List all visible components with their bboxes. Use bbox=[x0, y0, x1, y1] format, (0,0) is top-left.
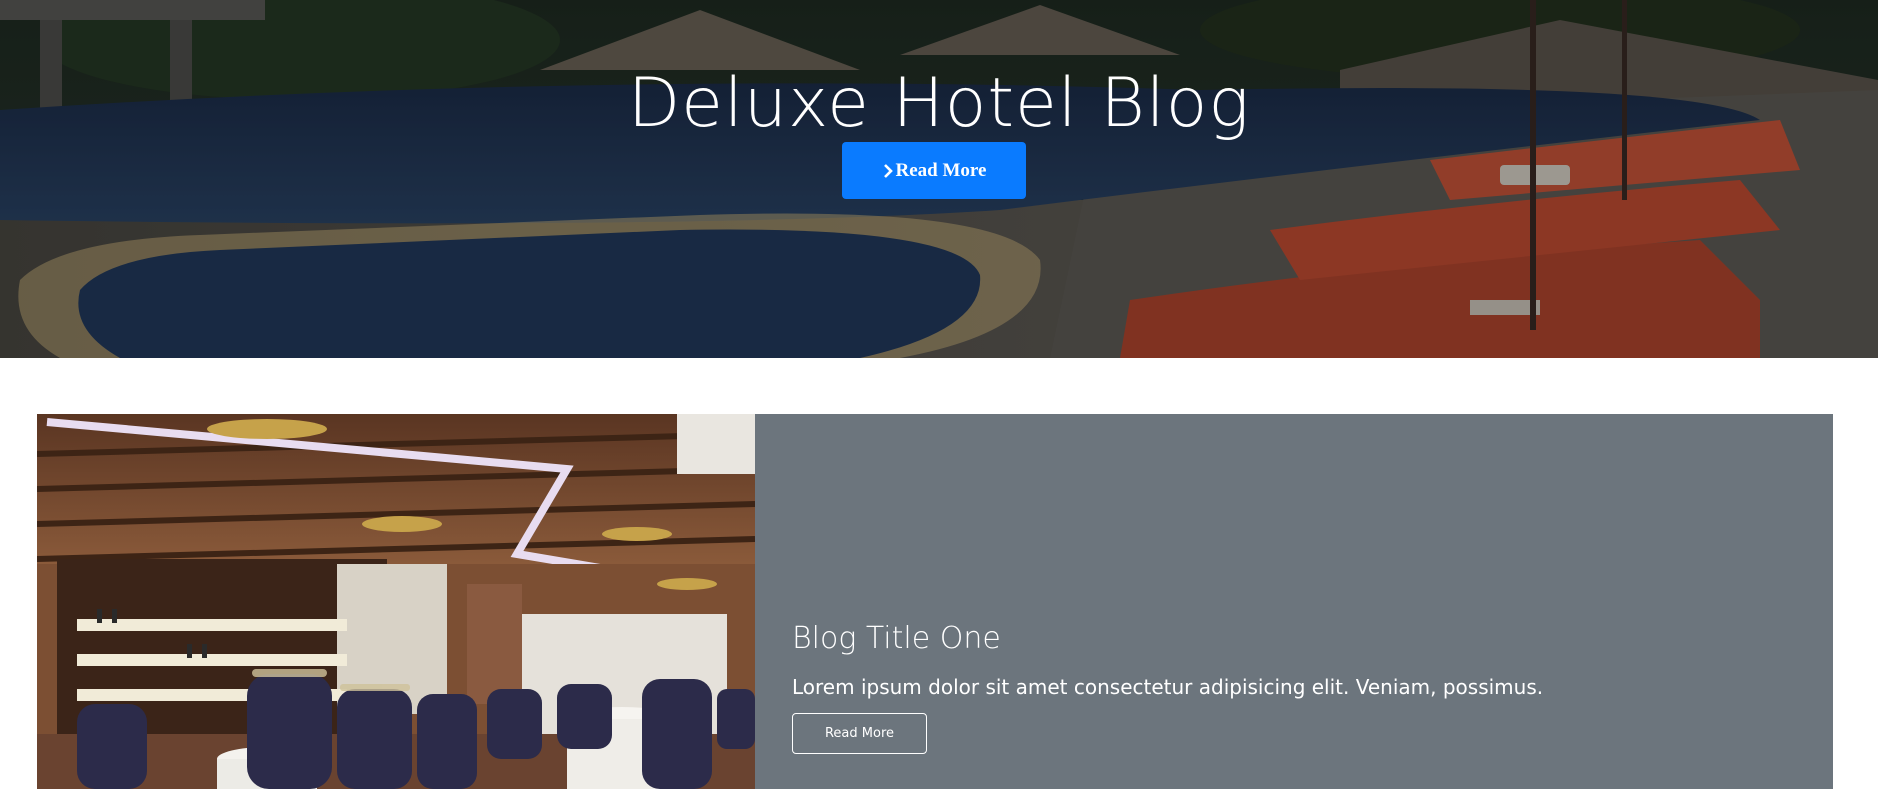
blog-post-card: Blog Title One Lorem ipsum dolor sit ame… bbox=[37, 414, 1833, 789]
blog-post-excerpt: Lorem ipsum dolor sit amet consectetur a… bbox=[792, 675, 1544, 699]
restaurant-interior-image bbox=[37, 414, 755, 789]
hero-read-more-button[interactable]: Read More bbox=[842, 142, 1026, 199]
blog-post-image bbox=[37, 414, 755, 789]
blog-post-body: Blog Title One Lorem ipsum dolor sit ame… bbox=[792, 619, 1792, 754]
hero-banner: Deluxe Hotel Blog Read More bbox=[0, 0, 1878, 358]
chevron-right-icon bbox=[883, 163, 893, 178]
hero-read-more-label: Read More bbox=[895, 159, 987, 181]
page-title: Deluxe Hotel Blog bbox=[627, 64, 1251, 143]
blog-post-title: Blog Title One bbox=[792, 621, 1001, 656]
blog-post-read-more-button[interactable]: Read More bbox=[792, 713, 927, 754]
